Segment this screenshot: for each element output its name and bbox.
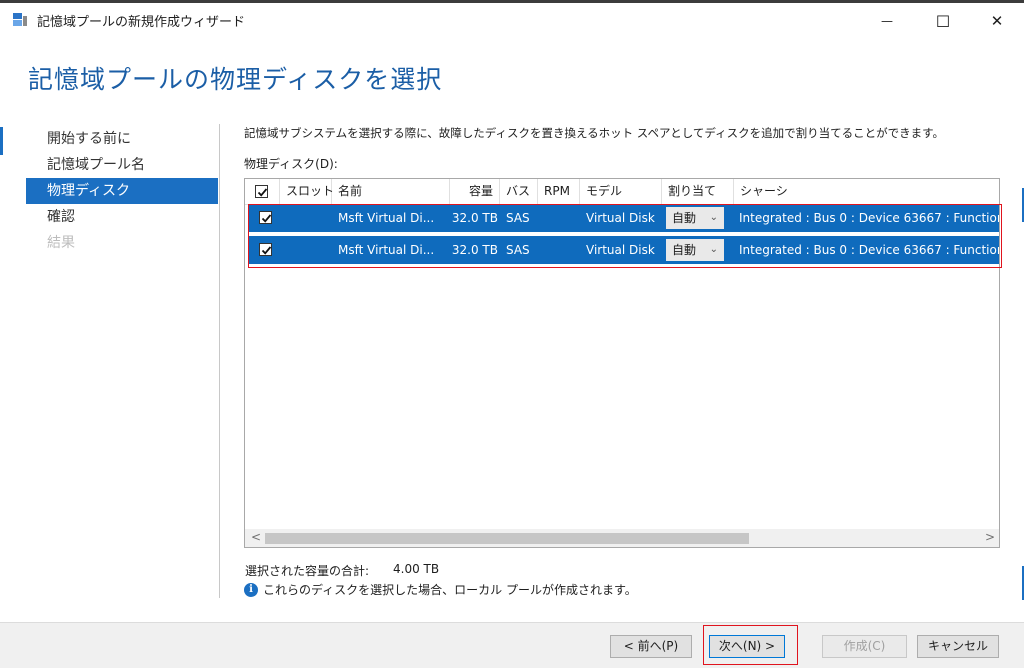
column-header-rpm[interactable]: RPM <box>538 179 580 204</box>
nav-step-pool-name[interactable]: 記憶域プール名 <box>26 152 218 178</box>
column-header-model[interactable]: モデル <box>580 179 662 204</box>
nav-step-physical-disks[interactable]: 物理ディスク <box>26 178 218 204</box>
horizontal-scrollbar[interactable]: < > <box>245 529 999 547</box>
column-header-allocation[interactable]: 割り当て <box>662 179 734 204</box>
server-manager-icon <box>12 12 28 28</box>
scroll-right-arrow[interactable]: > <box>985 530 995 544</box>
wizard-heading: 記憶域プールの物理ディスクを選択 <box>28 65 443 94</box>
background-window-edge <box>0 127 3 155</box>
nav-step-results: 結果 <box>47 235 75 251</box>
maximize-button[interactable]: ☐ <box>920 6 966 36</box>
scrollbar-thumb[interactable] <box>265 533 749 544</box>
selected-capacity-total: 選択された容量の合計: 4.00 TB <box>245 562 439 579</box>
header-select-all[interactable] <box>245 179 280 204</box>
select-all-checkbox[interactable] <box>255 185 268 198</box>
column-header-capacity[interactable]: 容量 <box>450 179 500 204</box>
cancel-button[interactable]: キャンセル <box>917 635 999 658</box>
scroll-left-arrow[interactable]: < <box>251 530 261 544</box>
title-bar[interactable]: 記憶域プールの新規作成ウィザード — ☐ ✕ <box>0 3 1024 37</box>
wizard-step-nav: 開始する前に 記憶域プール名 物理ディスク 確認 結果 <box>26 126 218 256</box>
close-icon: ✕ <box>990 12 1004 30</box>
info-message: i これらのディスクを選択した場合、ローカル プールが作成されます。 <box>244 581 637 598</box>
checkmark-icon <box>257 188 268 197</box>
physical-disks-label: 物理ディスク(D): <box>244 157 338 171</box>
description-text: 記憶域サブシステムを選択する際に、故障したディスクを置き換えるホット スペアとし… <box>244 126 944 140</box>
column-header-row: スロット 名前 容量 バス RPM モデル 割り当て シャーシ <box>245 179 999 205</box>
window-title: 記憶域プールの新規作成ウィザード <box>37 15 246 30</box>
column-header-slot[interactable]: スロット <box>280 179 334 204</box>
nav-step-confirmation[interactable]: 確認 <box>26 204 218 230</box>
nav-divider <box>219 124 220 598</box>
highlight-box-rows <box>248 204 1002 268</box>
column-header-name[interactable]: 名前 <box>332 179 450 204</box>
total-label: 選択された容量の合計: <box>245 564 370 578</box>
column-header-chassis[interactable]: シャーシ <box>734 179 999 204</box>
minimize-button[interactable]: — <box>864 6 910 36</box>
info-icon: i <box>244 582 258 597</box>
back-button[interactable]: < 前へ(P) <box>610 635 692 658</box>
highlight-box-next <box>703 625 798 665</box>
info-text: これらのディスクを選択した場合、ローカル プールが作成されます。 <box>263 583 637 597</box>
nav-step-before-you-begin[interactable]: 開始する前に <box>26 126 218 152</box>
maximize-icon: ☐ <box>935 11 951 31</box>
total-value: 4.00 TB <box>393 562 440 576</box>
minimize-icon: — <box>881 14 893 28</box>
create-button: 作成(C) <box>822 635 907 658</box>
wizard-footer: < 前へ(P) 次へ(N) > 作成(C) キャンセル <box>0 622 1024 668</box>
column-header-bus[interactable]: バス <box>500 179 538 204</box>
close-button[interactable]: ✕ <box>974 6 1020 36</box>
